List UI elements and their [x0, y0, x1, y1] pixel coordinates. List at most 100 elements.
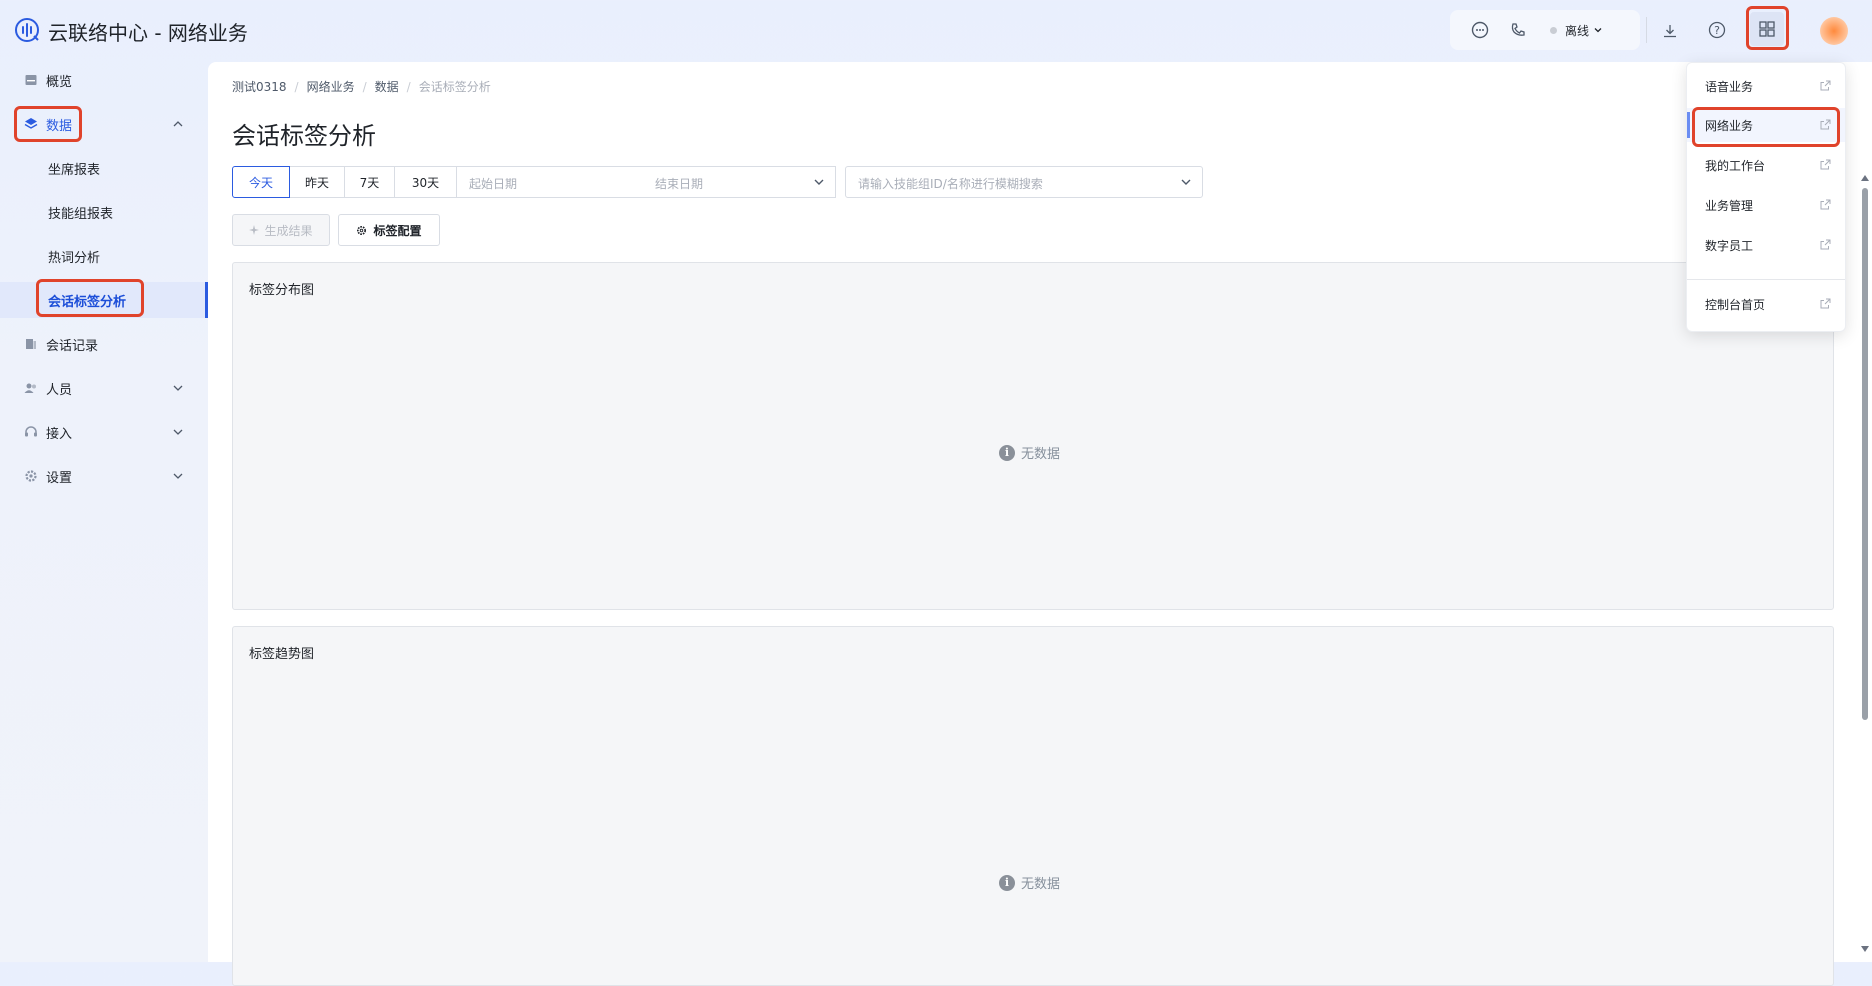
panel-title: 标签分布图 [249, 283, 315, 298]
tag-distribution-panel: 标签分布图 i 无数据 [232, 262, 1834, 610]
start-date-input[interactable]: 起始日期 [469, 175, 517, 192]
sidebar-item-label: 会话记录 [46, 338, 99, 354]
menu-item-label: 业务管理 [1705, 198, 1754, 213]
breadcrumb: 测试0318 / 网络业务 / 数据 / 会话标签分析 [232, 78, 491, 95]
sidebar-item-records[interactable]: 会话记录 [0, 326, 208, 362]
records-icon [24, 337, 38, 351]
breadcrumb-item[interactable]: 测试0318 [232, 80, 287, 94]
sidebar-item-settings[interactable]: 设置 [0, 458, 208, 494]
tag-trend-panel: 标签趋势图 i 无数据 [232, 626, 1834, 986]
info-icon: i [999, 874, 1015, 891]
menu-item-voice-business[interactable]: 语音业务 [1687, 69, 1845, 103]
external-link-icon [1820, 298, 1831, 309]
menu-item-business-management[interactable]: 业务管理 [1687, 188, 1845, 222]
gear-icon [24, 469, 38, 483]
overview-icon [24, 73, 38, 87]
breadcrumb-item[interactable]: 网络业务 [307, 80, 355, 94]
sidebar-subitem-agent-report[interactable]: 坐席报表 [0, 150, 208, 186]
breadcrumb-separator: / [406, 80, 411, 94]
chevron-down-icon [173, 473, 183, 479]
external-link-icon [1820, 80, 1831, 91]
apps-dropdown-menu: 语音业务 网络业务 我的工作台 业务管理 数字员工 控制台首页 [1686, 62, 1846, 332]
sidebar-subitem-skillgroup-report[interactable]: 技能组报表 [0, 194, 208, 230]
highlight-box [1746, 6, 1789, 50]
menu-item-console-home[interactable]: 控制台首页 [1687, 287, 1845, 321]
top-header: 云联络中心 - 网络业务 离线 ? [0, 0, 1872, 60]
date-range-picker[interactable]: 起始日期 结束日期 [456, 166, 836, 198]
users-icon [24, 381, 38, 395]
tag-config-button[interactable]: 标签配置 [338, 214, 440, 246]
info-icon: i [999, 444, 1015, 461]
download-icon[interactable] [1660, 21, 1680, 41]
highlight-box [14, 106, 82, 142]
chevron-down-icon [173, 385, 183, 391]
chevron-down-icon [173, 429, 183, 435]
phone-icon[interactable] [1508, 20, 1528, 40]
message-icon[interactable] [1470, 20, 1490, 40]
headset-icon [24, 425, 38, 439]
avatar[interactable] [1820, 17, 1848, 45]
menu-item-digital-employee[interactable]: 数字员工 [1687, 228, 1845, 262]
chevron-down-icon [1594, 28, 1602, 33]
preset-7days-button[interactable]: 7天 [344, 166, 395, 198]
menu-item-label: 数字员工 [1705, 238, 1754, 253]
scroll-up-arrow[interactable] [1861, 175, 1869, 181]
breadcrumb-separator: / [294, 80, 299, 94]
sparkle-icon [249, 225, 260, 235]
sidebar-subitem-hotword-analysis[interactable]: 热词分析 [0, 238, 208, 274]
breadcrumb-current: 会话标签分析 [418, 80, 491, 94]
menu-item-my-workbench[interactable]: 我的工作台 [1687, 148, 1845, 182]
empty-state: i 无数据 [999, 873, 1060, 892]
preset-today-button[interactable]: 今天 [232, 166, 290, 198]
empty-text: 无数据 [1021, 877, 1061, 892]
preset-30days-button[interactable]: 30天 [394, 166, 457, 198]
sidebar-item-label: 人员 [46, 382, 73, 398]
sidebar-subitem-label: 技能组报表 [48, 206, 114, 222]
tag-config-label: 标签配置 [373, 223, 422, 238]
preset-yesterday-button[interactable]: 昨天 [289, 166, 345, 198]
highlight-box [36, 279, 144, 317]
scrollbar-thumb[interactable] [1862, 188, 1868, 720]
logo-icon [15, 18, 39, 42]
header-divider [1646, 17, 1647, 43]
generate-result-label: 生成结果 [264, 223, 313, 238]
external-link-icon [1820, 239, 1831, 250]
chevron-down-icon [1181, 179, 1191, 185]
breadcrumb-separator: / [362, 80, 367, 94]
status-label: 离线 [1565, 23, 1590, 38]
menu-divider [1687, 279, 1845, 280]
empty-state: i 无数据 [999, 443, 1060, 462]
chevron-up-icon [173, 121, 183, 127]
menu-item-label: 语音业务 [1705, 79, 1754, 94]
skillgroup-search-placeholder: 请输入技能组ID/名称进行模糊搜索 [858, 177, 1043, 191]
sidebar: 概览 数据 坐席报表 技能组报表 热词分析 会话标签分析 会话记录 人员 接入 … [0, 60, 208, 962]
sidebar-subitem-label: 热词分析 [48, 250, 101, 266]
gear-icon [357, 225, 367, 235]
sidebar-item-users[interactable]: 人员 [0, 370, 208, 406]
empty-text: 无数据 [1021, 447, 1061, 462]
menu-item-label: 控制台首页 [1705, 297, 1766, 312]
panel-title: 标签趋势图 [249, 647, 315, 662]
sidebar-item-label: 设置 [46, 470, 73, 486]
external-link-icon [1820, 199, 1831, 210]
status-dot [1550, 26, 1557, 34]
help-icon[interactable]: ? [1707, 20, 1727, 40]
sidebar-item-overview[interactable]: 概览 [0, 62, 208, 98]
svg-text:?: ? [1714, 24, 1720, 37]
breadcrumb-item[interactable]: 数据 [375, 80, 399, 94]
generate-result-button[interactable]: 生成结果 [232, 214, 330, 246]
sidebar-item-label: 接入 [46, 426, 73, 442]
menu-item-label: 我的工作台 [1705, 158, 1766, 173]
chevron-down-icon [814, 179, 824, 185]
scroll-down-arrow[interactable] [1861, 946, 1869, 952]
external-link-icon [1820, 159, 1831, 170]
end-date-input[interactable]: 结束日期 [655, 175, 703, 192]
sidebar-subitem-label: 坐席报表 [48, 162, 101, 178]
skillgroup-search-select[interactable]: 请输入技能组ID/名称进行模糊搜索 [845, 166, 1203, 198]
sidebar-item-label: 概览 [46, 74, 73, 90]
highlight-box [1692, 107, 1840, 147]
app-title: 云联络中心 - 网络业务 [48, 21, 248, 45]
agent-status-select[interactable]: 离线 [1550, 20, 1603, 40]
sidebar-item-access[interactable]: 接入 [0, 414, 208, 450]
main-content: 测试0318 / 网络业务 / 数据 / 会话标签分析 会话标签分析 今天 昨天 7天 30… [208, 62, 1872, 986]
